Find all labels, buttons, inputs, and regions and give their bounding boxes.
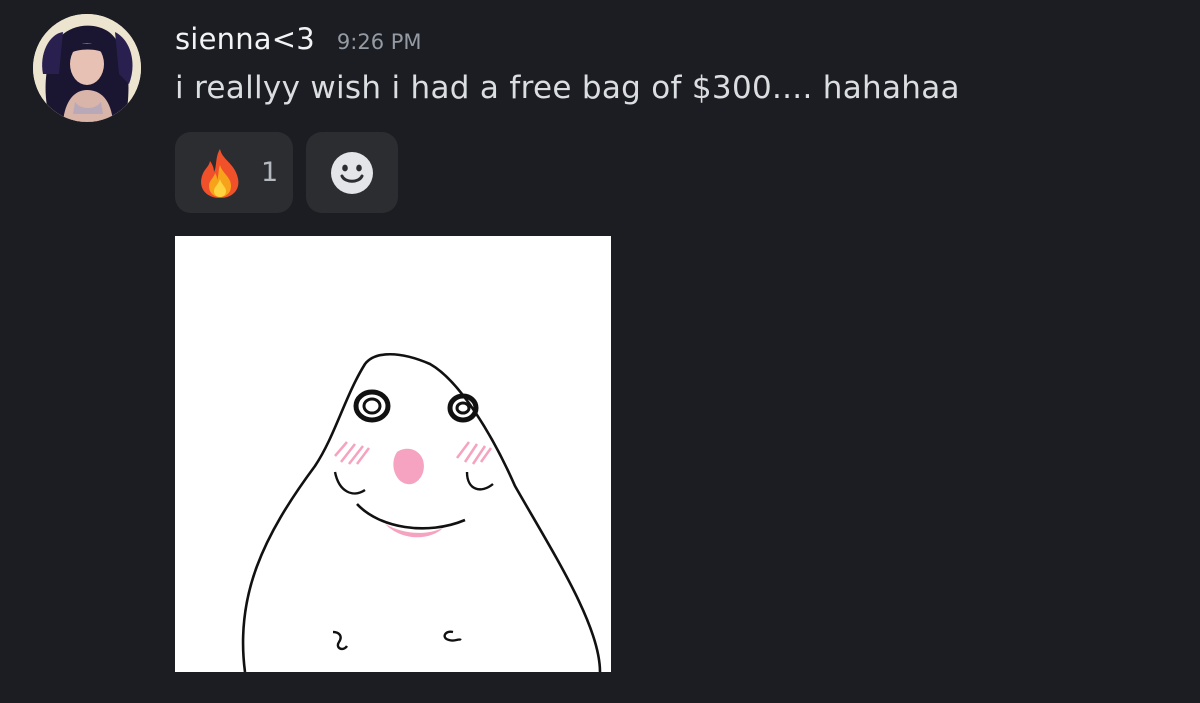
blob-creature-image (175, 236, 611, 672)
timestamp[interactable]: 9:26 PM (337, 30, 422, 54)
message-content: i reallyy wish i had a free bag of $300.… (175, 70, 960, 106)
reaction-count: 1 (261, 157, 279, 188)
avatar-photo-icon (33, 14, 141, 122)
image-attachment[interactable] (175, 236, 611, 672)
add-reaction-button[interactable] (306, 132, 398, 213)
reaction-fire[interactable]: 1 (175, 132, 293, 213)
username[interactable]: sienna<3 (175, 22, 315, 56)
message-header: sienna<3 9:26 PM (175, 22, 422, 62)
smiley-face-icon (331, 151, 373, 194)
user-avatar[interactable] (33, 14, 141, 122)
chat-message: sienna<3 9:26 PM i reallyy wish i had a … (0, 0, 1200, 703)
fire-emoji-icon (201, 148, 239, 198)
reactions-bar: 1 (175, 132, 398, 213)
